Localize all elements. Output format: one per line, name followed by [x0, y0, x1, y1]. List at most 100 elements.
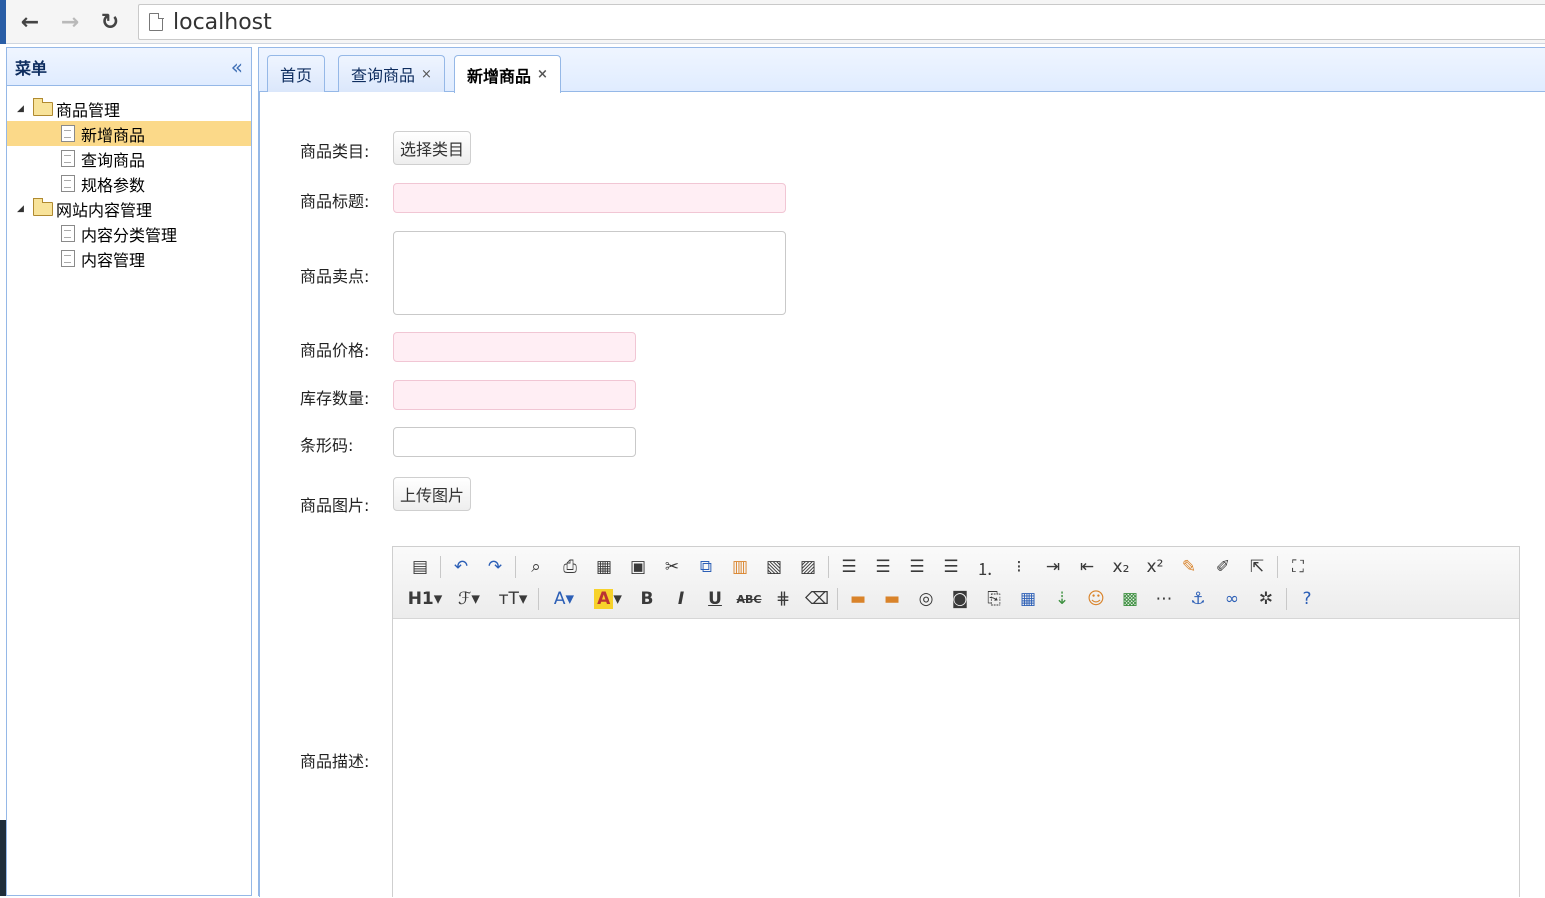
baidu-map-icon[interactable]: ▩ [1113, 585, 1147, 613]
table-icon[interactable]: ▦ [1011, 585, 1045, 613]
print-icon[interactable]: ⎙ [553, 553, 587, 581]
help-icon[interactable]: ? [1290, 585, 1324, 613]
reload-button[interactable]: ↻ [94, 6, 126, 38]
tree-item-spec-params[interactable]: 规格参数 [7, 171, 251, 196]
outdent-icon[interactable]: ⇤ [1070, 553, 1104, 581]
back-color-label: A [594, 589, 614, 609]
ordered-list-icon[interactable]: ⒈ [968, 553, 1002, 581]
emoticon-icon[interactable]: ☺ [1079, 585, 1113, 613]
main-panel: 首页 查询商品 × 新增商品 × 商品类目: 选择类目 商品标题: 商品卖点: … [258, 47, 1545, 898]
paste-icon[interactable]: ▥ [723, 553, 757, 581]
expanded-arrow-icon[interactable]: ◢ [17, 204, 27, 214]
bold-button[interactable]: B [630, 585, 664, 613]
folder-icon [32, 197, 53, 216]
price-label: 商品价格: [300, 341, 370, 360]
align-right-icon[interactable]: ☰ [900, 553, 934, 581]
address-bar[interactable]: localhost [138, 4, 1545, 40]
align-center-icon[interactable]: ☰ [866, 553, 900, 581]
tab-label: 新增商品 [467, 66, 532, 86]
subscript-icon[interactable]: x₂ [1104, 553, 1138, 581]
tree-item-content-manage[interactable]: 内容管理 [7, 246, 251, 271]
undo-icon[interactable]: ↶ [444, 553, 478, 581]
sellpoint-textarea[interactable] [393, 231, 786, 315]
select-category-button[interactable]: 选择类目 [393, 131, 472, 165]
price-input[interactable] [393, 332, 636, 362]
sellpoint-label: 商品卖点: [300, 267, 370, 286]
paste-text-icon[interactable]: ▧ [757, 553, 791, 581]
reload-icon: ↻ [100, 9, 120, 35]
close-icon[interactable]: × [537, 67, 548, 82]
justify-icon[interactable]: ☰ [934, 553, 968, 581]
copy-icon[interactable]: ⧉ [689, 553, 723, 581]
tree-item-content-category[interactable]: 内容分类管理 [7, 221, 251, 246]
eraser-icon[interactable]: ⌫ [800, 585, 834, 613]
separator [1286, 588, 1287, 610]
forward-button[interactable]: → [54, 6, 86, 38]
tree-label: 新增商品 [81, 125, 146, 145]
fore-color-dropdown[interactable]: A ▾ [542, 585, 586, 613]
strikethrough-button[interactable]: ABC [732, 585, 766, 613]
title-input[interactable] [393, 183, 786, 213]
paste-word-icon[interactable]: ▨ [791, 553, 825, 581]
file-icon [61, 175, 75, 192]
separator [837, 588, 838, 610]
window-edge [0, 0, 6, 44]
tree-folder-goods[interactable]: ◢ 商品管理 [7, 96, 251, 121]
barcode-input[interactable] [393, 427, 636, 457]
font-family-dropdown[interactable]: ℱ ▾ [447, 585, 491, 613]
code-icon[interactable]: ▣ [621, 553, 655, 581]
link-icon[interactable]: ∞ [1215, 585, 1249, 613]
align-left-icon[interactable]: ☰ [832, 553, 866, 581]
stock-input[interactable] [393, 380, 636, 410]
flash-icon[interactable]: ◎ [909, 585, 943, 613]
font-size-dropdown[interactable]: тT ▾ [491, 585, 535, 613]
tab-home[interactable]: 首页 [267, 55, 326, 92]
horizontal-rule-icon[interactable]: ⇣ [1045, 585, 1079, 613]
folder-icon [32, 97, 53, 116]
tree-item-query-goods[interactable]: 查询商品 [7, 146, 251, 171]
upload-image-button[interactable]: 上传图片 [393, 477, 472, 511]
quick-format-icon[interactable]: ✐ [1206, 553, 1240, 581]
editor-toolbar: ▤ ↶ ↷ ⌕ ⎙ ▦ ▣ ✂ ⧉ ▥ ▧ ▨ ☰ ☰ ☰ ☰ ⒈ ⁝ ⇥ ⇤ … [393, 547, 1519, 619]
italic-button[interactable]: I [664, 585, 698, 613]
tree-label: 内容分类管理 [81, 225, 178, 245]
media-icon[interactable]: ◙ [943, 585, 977, 613]
close-icon[interactable]: × [421, 67, 432, 82]
toolbar-row-2: H1 ▾ ℱ ▾ тT ▾ A ▾ A ▾ B I U ABC ⋕ ⌫ ▬ ▬ ◎ ◙ [403, 583, 1519, 615]
select-all-icon[interactable]: ⇱ [1240, 553, 1274, 581]
editor-body[interactable] [393, 619, 1519, 898]
heading-dropdown[interactable]: H1 ▾ [403, 585, 447, 613]
description-label: 商品描述: [300, 752, 370, 771]
tree-folder-site-content[interactable]: ◢ 网站内容管理 [7, 196, 251, 221]
tree-item-add-goods[interactable]: 新增商品 [7, 121, 251, 146]
indent-icon[interactable]: ⇥ [1036, 553, 1070, 581]
template-icon[interactable]: ▦ [587, 553, 621, 581]
page-break-icon[interactable]: ⋯ [1147, 585, 1181, 613]
line-height-icon[interactable]: ⋕ [766, 585, 800, 613]
anchor-icon[interactable]: ⚓ [1181, 585, 1215, 613]
image-icon[interactable]: ▬ [841, 585, 875, 613]
redo-icon[interactable]: ↷ [478, 553, 512, 581]
preview-icon[interactable]: ⌕ [519, 553, 553, 581]
tab-label: 首页 [280, 66, 313, 85]
back-button[interactable]: ← [14, 6, 46, 38]
url-text: localhost [173, 9, 272, 35]
fullscreen-icon[interactable]: ⛶ [1281, 553, 1315, 581]
source-icon[interactable]: ▤ [403, 553, 437, 581]
tab-label: 查询商品 [351, 66, 416, 85]
expanded-arrow-icon[interactable]: ◢ [17, 104, 27, 114]
sidebar-header: 菜单 « [7, 48, 251, 86]
tab-add-goods[interactable]: 新增商品 × [454, 55, 561, 93]
category-label: 商品类目: [300, 142, 370, 161]
tab-query-goods[interactable]: 查询商品 × [338, 55, 445, 92]
back-color-dropdown[interactable]: A ▾ [586, 585, 630, 613]
multi-image-icon[interactable]: ▬ [875, 585, 909, 613]
superscript-icon[interactable]: x² [1138, 553, 1172, 581]
underline-button[interactable]: U [698, 585, 732, 613]
unlink-icon[interactable]: ✲ [1249, 585, 1283, 613]
clear-format-icon[interactable]: ✎ [1172, 553, 1206, 581]
collapse-icon[interactable]: « [231, 57, 243, 77]
unordered-list-icon[interactable]: ⁝ [1002, 553, 1036, 581]
attachment-icon[interactable]: ⎘ [977, 585, 1011, 613]
cut-icon[interactable]: ✂ [655, 553, 689, 581]
